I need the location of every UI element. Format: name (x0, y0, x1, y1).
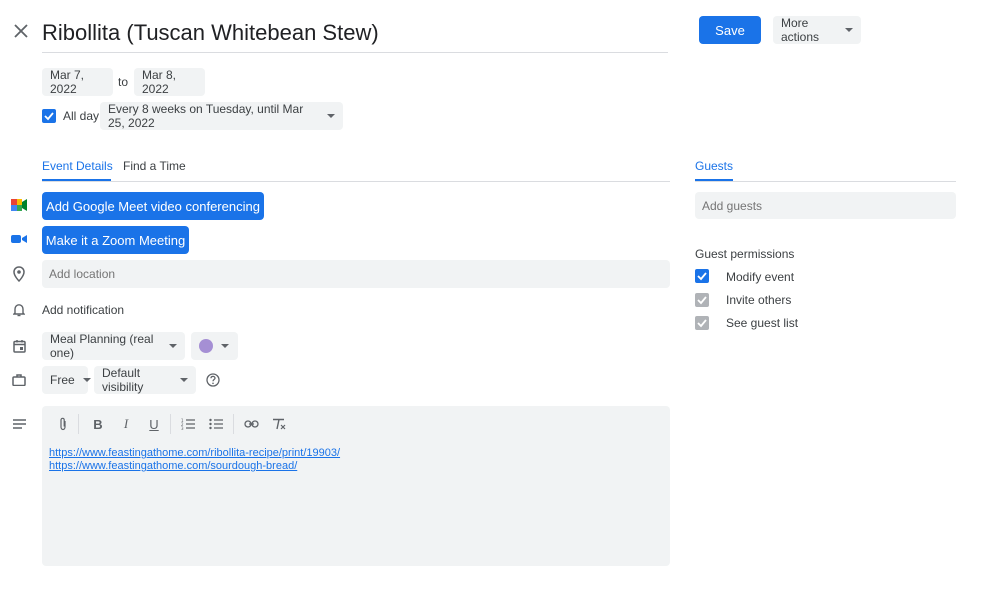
visibility-label: Default visibility (102, 366, 144, 394)
description-editor[interactable] (42, 406, 670, 566)
chevron-down-icon (845, 28, 853, 32)
toolbar-separator (78, 414, 79, 434)
briefcase-icon (12, 373, 26, 387)
invite-others-label: Invite others (726, 293, 792, 307)
see-guest-list-label: See guest list (726, 316, 799, 330)
chevron-down-icon (221, 344, 229, 348)
check-icon (697, 272, 707, 281)
toolbar-separator (170, 414, 171, 434)
attachment-icon[interactable] (55, 416, 71, 432)
check-icon (44, 112, 54, 121)
link-icon[interactable] (243, 416, 259, 432)
tabs-divider (42, 181, 670, 182)
underline-icon[interactable]: U (146, 416, 162, 432)
modify-event-checkbox[interactable] (695, 269, 709, 283)
recurrence-label: Every 8 weeks on Tuesday, until Mar 25, … (108, 102, 304, 130)
start-date-field[interactable]: Mar 7, 2022 (42, 68, 113, 96)
end-date: Mar 8, 2022 (142, 68, 177, 96)
start-date: Mar 7, 2022 (50, 68, 85, 96)
event-color-select[interactable] (191, 332, 238, 360)
chevron-down-icon (169, 344, 177, 348)
calendar-icon (12, 338, 26, 353)
google-meet-icon (11, 198, 27, 212)
invite-others-checkbox (695, 293, 709, 307)
modify-event-label: Modify event (726, 270, 795, 284)
more-actions-label: More actions (781, 16, 820, 44)
all-day-checkbox[interactable] (42, 109, 56, 123)
italic-icon[interactable]: I (118, 416, 134, 432)
chevron-down-icon (82, 378, 91, 382)
numbered-list-icon[interactable]: 123 (180, 416, 196, 432)
recurrence-dropdown[interactable]: Every 8 weeks on Tuesday, until Mar 25, … (100, 102, 343, 130)
chevron-down-icon (327, 114, 335, 118)
chevron-down-icon (180, 378, 188, 382)
all-day-label: All day (63, 109, 100, 123)
location-pin-icon (12, 265, 26, 282)
end-date-field[interactable]: Mar 8, 2022 (134, 68, 205, 96)
event-title-input[interactable]: Ribollita (Tuscan Whitebean Stew) (42, 16, 668, 53)
guest-permissions-heading: Guest permissions (695, 247, 795, 261)
zoom-meeting-button[interactable]: Make it a Zoom Meeting (42, 226, 189, 254)
availability-label: Free (50, 373, 75, 387)
close-icon[interactable] (12, 22, 30, 40)
guests-divider (695, 181, 956, 182)
svg-text:3: 3 (181, 426, 184, 430)
calendar-name: Meal Planning (real one) (50, 332, 154, 360)
clear-formatting-icon[interactable] (271, 416, 287, 432)
description-link[interactable]: https://www.feastingathome.com/ribollita… (49, 447, 340, 460)
bulleted-list-icon[interactable] (208, 416, 224, 432)
add-notification-link[interactable]: Add notification (42, 303, 124, 317)
zoom-video-icon (11, 233, 27, 245)
add-google-meet-button[interactable]: Add Google Meet video conferencing (42, 192, 264, 220)
tab-event-details[interactable]: Event Details (42, 159, 113, 173)
tab-find-a-time[interactable]: Find a Time (123, 159, 186, 173)
bell-icon (12, 302, 26, 317)
toolbar-separator (233, 414, 234, 434)
description-lines-icon (12, 418, 26, 430)
help-icon[interactable] (205, 372, 220, 387)
location-input[interactable] (42, 260, 670, 288)
bold-icon[interactable]: B (90, 416, 106, 432)
to-label: to (118, 75, 129, 89)
save-button[interactable]: Save (699, 16, 761, 44)
availability-select[interactable]: Free (42, 366, 91, 394)
check-icon (697, 296, 707, 305)
more-actions-button[interactable]: More actions (773, 16, 861, 44)
see-guest-list-checkbox (695, 316, 709, 330)
event-color-swatch (199, 339, 213, 353)
description-link[interactable]: https://www.feastingathome.com/sourdough… (49, 460, 340, 473)
event-title: Ribollita (Tuscan Whitebean Stew) (42, 20, 379, 45)
check-icon (697, 319, 707, 328)
calendar-select[interactable]: Meal Planning (real one) (42, 332, 185, 360)
visibility-select[interactable]: Default visibility (94, 366, 196, 394)
description-content: https://www.feastingathome.com/ribollita… (49, 447, 340, 473)
tab-guests[interactable]: Guests (695, 159, 733, 173)
add-guests-input[interactable] (695, 192, 956, 219)
